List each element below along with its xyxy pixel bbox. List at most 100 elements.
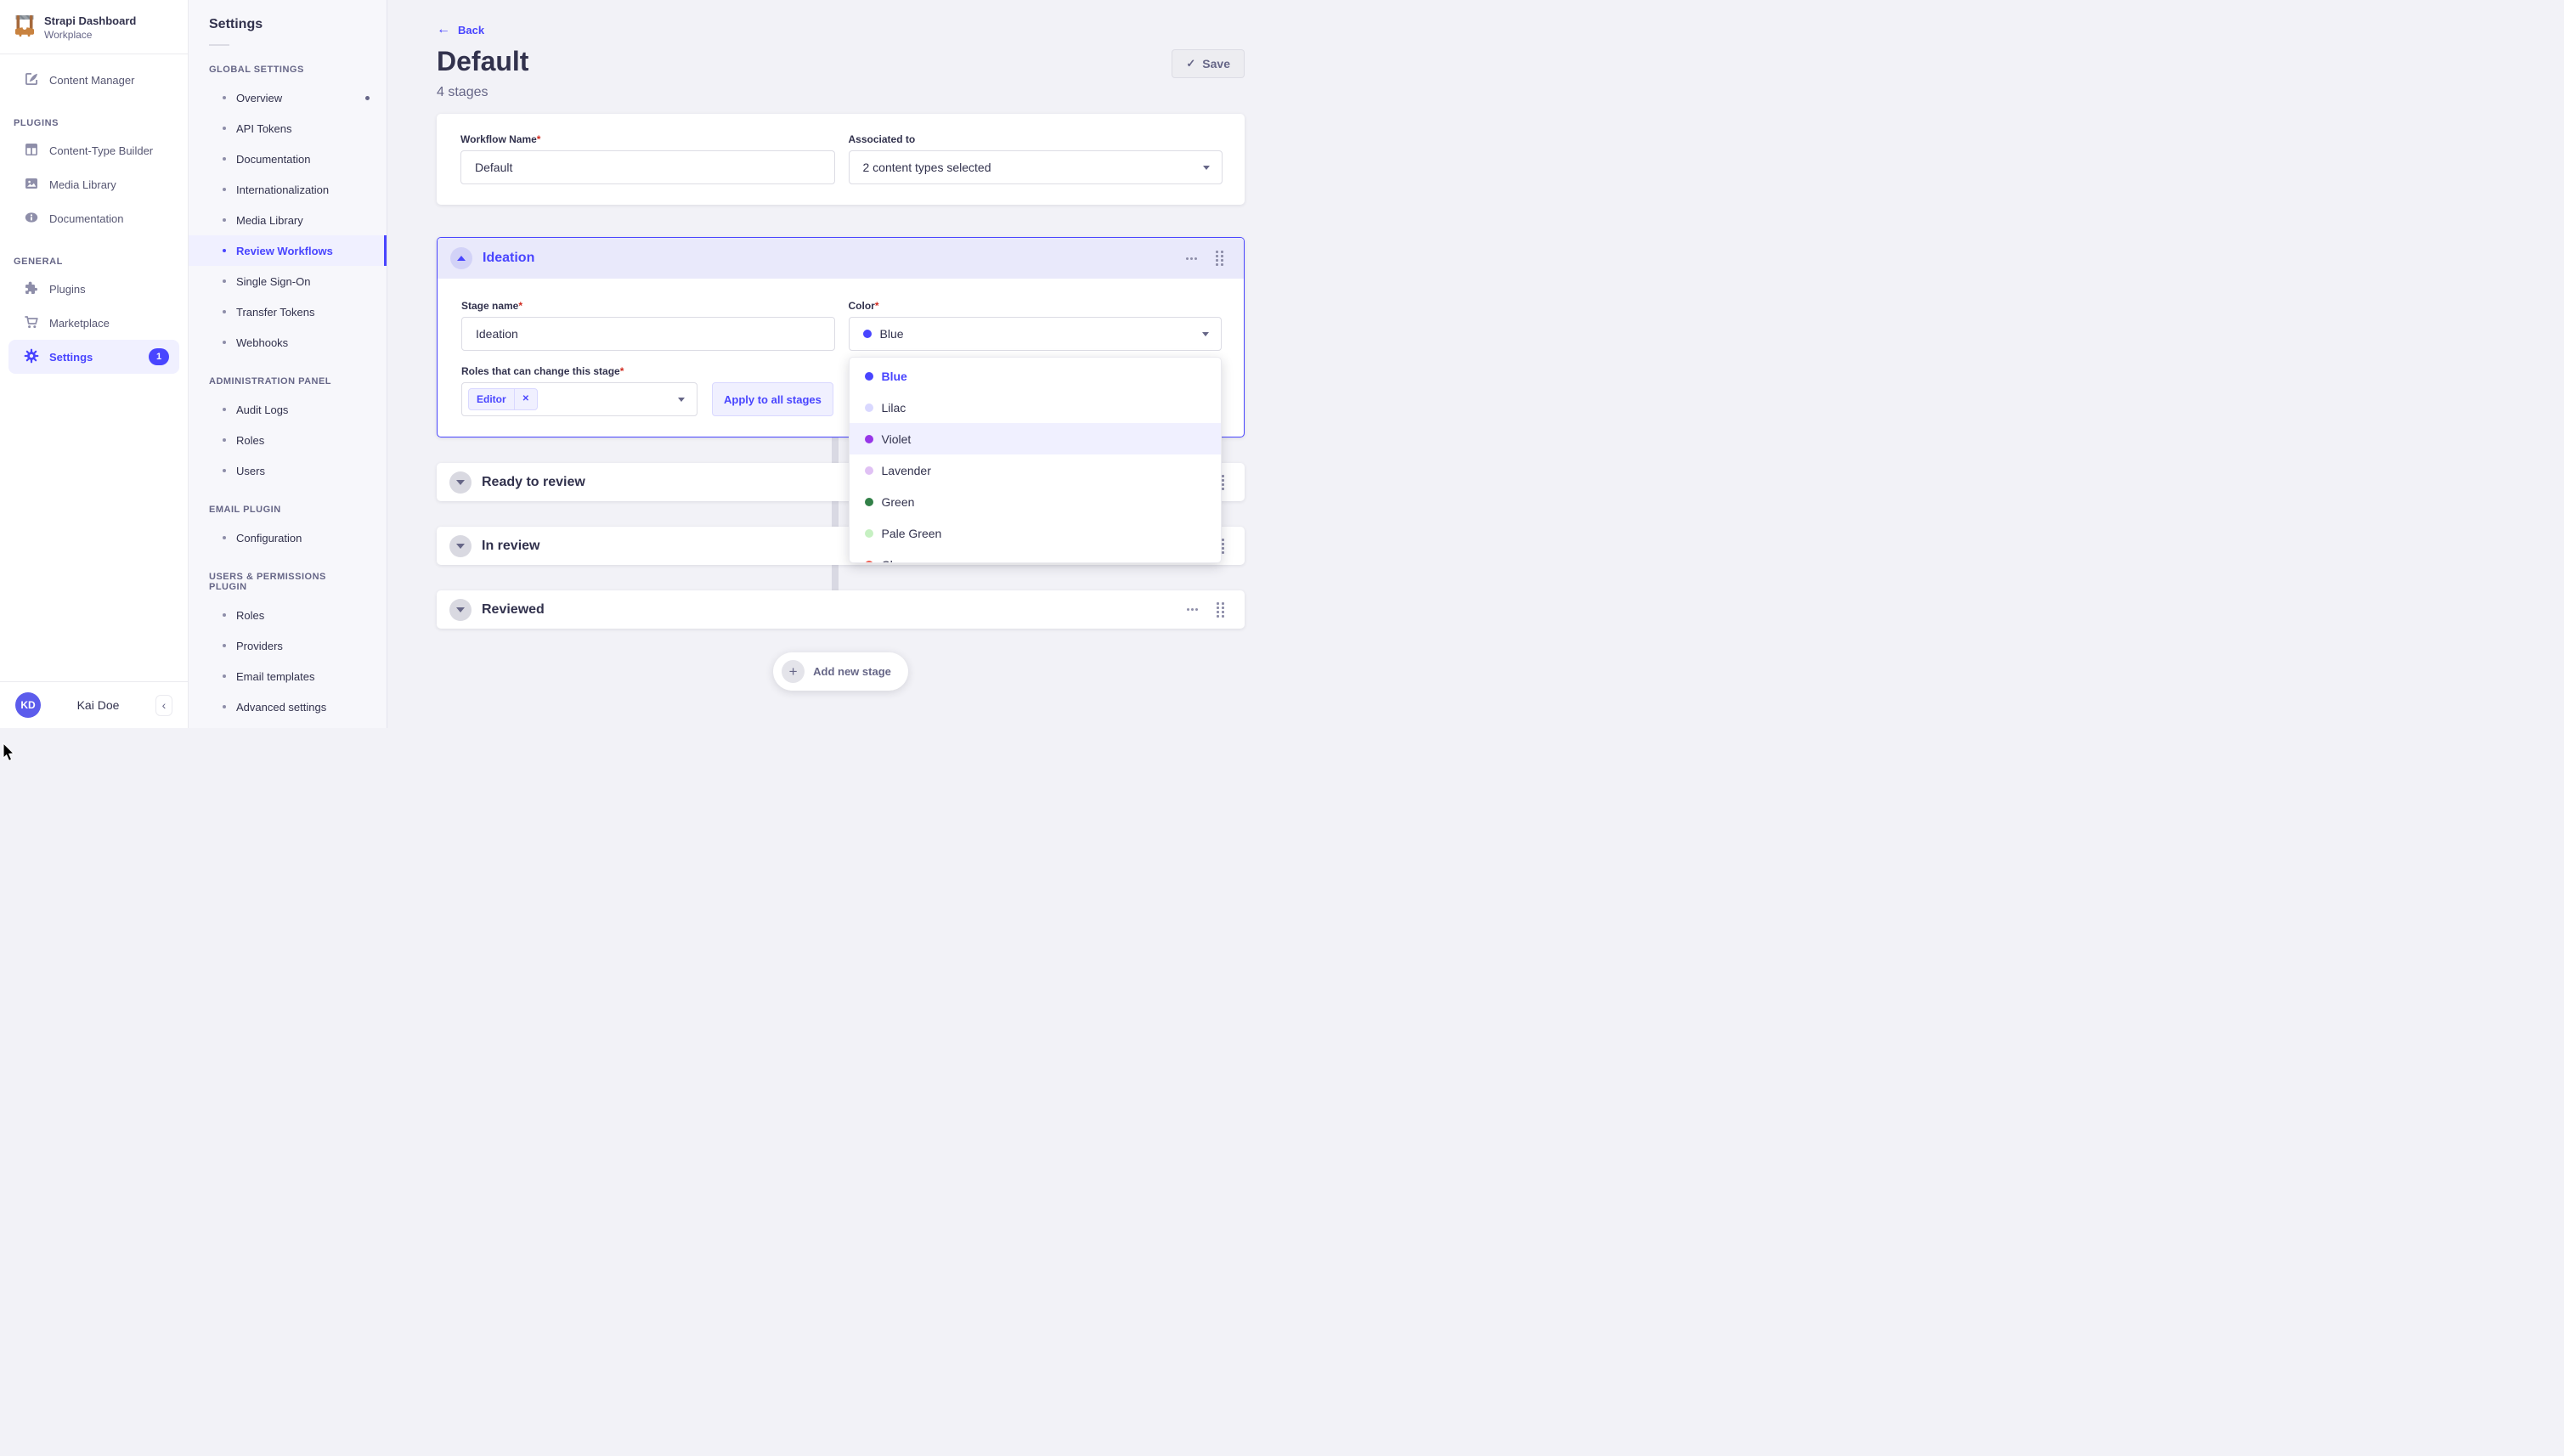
stage-title: Reviewed (482, 602, 545, 618)
subnav-item-label: Audit Logs (236, 404, 288, 416)
info-icon (23, 209, 40, 229)
color-swatch (865, 372, 873, 381)
sidebar-item-marketplace[interactable]: Marketplace (0, 306, 188, 340)
roles-multiselect[interactable]: Editor ✕ (461, 382, 697, 416)
bullet-icon (223, 408, 226, 411)
required-asterisk: * (518, 300, 522, 312)
sidebar-section-general: GENERAL (0, 257, 188, 267)
stages-list: Ideation Stage name* Ideation (437, 237, 1245, 691)
subnav-item-email-configuration[interactable]: Configuration (189, 522, 387, 553)
back-link[interactable]: ← Back (437, 23, 484, 37)
workspace-switcher[interactable]: Strapi Dashboard Workplace (0, 0, 188, 54)
stage-options-menu-icon[interactable] (1186, 257, 1197, 260)
chevron-down-icon (456, 607, 465, 612)
stage-options-menu-icon[interactable] (1187, 608, 1198, 611)
expand-stage-button[interactable] (449, 471, 472, 494)
stage-title: Ideation (483, 251, 534, 266)
subnav-divider (209, 44, 229, 46)
subnav-section-users-permissions-plugin: USERS & PERMISSIONS PLUGIN (189, 572, 387, 592)
subnav-item-media-library[interactable]: Media Library (189, 205, 387, 235)
remove-tag-icon[interactable]: ✕ (514, 389, 537, 409)
collapse-stage-button[interactable] (450, 247, 472, 269)
sidebar-item-content-type-builder[interactable]: Content-Type Builder (0, 133, 188, 167)
sidebar-item-documentation[interactable]: Documentation (0, 201, 188, 235)
color-option-violet[interactable]: Violet (850, 423, 1222, 454)
drag-handle-icon[interactable] (1217, 602, 1224, 618)
subnav-item-email-templates[interactable]: Email templates (189, 661, 387, 691)
associated-to-select[interactable]: 2 content types selected (849, 150, 1223, 184)
sidebar-collapse-button[interactable]: ‹ (155, 695, 172, 716)
subnav-item-advanced-settings[interactable]: Advanced settings (189, 691, 387, 722)
apply-to-all-stages-button[interactable]: Apply to all stages (712, 382, 833, 416)
subnav-item-label: Providers (236, 640, 283, 652)
add-new-stage-button[interactable]: + Add new stage (773, 652, 908, 691)
subnav-item-audit-logs[interactable]: Audit Logs (189, 394, 387, 425)
subnav-item-up-roles[interactable]: Roles (189, 600, 387, 630)
bullet-icon (223, 469, 226, 472)
subnav-item-label: API Tokens (236, 122, 292, 135)
subnav-item-review-workflows[interactable]: Review Workflows (189, 235, 387, 266)
subnav-item-admin-users[interactable]: Users (189, 455, 387, 486)
sidebar-item-media-library[interactable]: Media Library (0, 167, 188, 201)
back-label: Back (458, 24, 484, 37)
chevron-down-icon (1202, 332, 1209, 336)
bullet-icon (223, 310, 226, 313)
stage-title: In review (482, 539, 539, 554)
cart-icon (23, 313, 40, 333)
bullet-icon (223, 157, 226, 161)
stage-row-reviewed[interactable]: Reviewed (437, 590, 1245, 629)
check-icon: ✓ (1186, 57, 1195, 71)
workflow-name-label: Workflow Name* (460, 133, 835, 146)
stage-accordion-header[interactable]: Ideation (438, 238, 1244, 279)
sidebar-item-label: Content Manager (49, 74, 134, 87)
subnav-item-overview[interactable]: Overview (189, 82, 387, 113)
subnav-item-providers[interactable]: Providers (189, 630, 387, 661)
stage-accordion-ideation: Ideation Stage name* Ideation (437, 237, 1245, 437)
stage-name-input[interactable]: Ideation (461, 317, 835, 351)
color-option-blue[interactable]: Blue (850, 360, 1222, 392)
color-select[interactable]: Blue (849, 317, 1223, 351)
expand-stage-button[interactable] (449, 599, 472, 621)
sidebar-item-label: Settings (49, 351, 93, 364)
app-window: Strapi Dashboard Workplace Content Manag… (0, 0, 1282, 728)
subnav-item-admin-roles[interactable]: Roles (189, 425, 387, 455)
drag-handle-icon[interactable] (1216, 251, 1223, 266)
color-option-lilac[interactable]: Lilac (850, 392, 1222, 423)
subnav-item-documentation[interactable]: Documentation (189, 144, 387, 174)
subnav-section-email-plugin: EMAIL PLUGIN (189, 505, 387, 515)
sidebar-item-settings[interactable]: Settings 1 (8, 340, 179, 374)
sidebar-item-label: Media Library (49, 178, 116, 191)
workspace-name: Workplace (44, 29, 136, 41)
color-option-green[interactable]: Green (850, 486, 1222, 517)
workflow-name-field-group: Workflow Name* Default (460, 133, 835, 184)
avatar[interactable]: KD (15, 692, 41, 718)
save-button[interactable]: ✓ Save (1172, 49, 1245, 78)
color-option-pale-green[interactable]: Pale Green (850, 517, 1222, 549)
subnav-item-internationalization[interactable]: Internationalization (189, 174, 387, 205)
chevron-down-icon (456, 480, 465, 485)
main-content: ← Back Default ✓ Save 4 stages Workflow … (387, 0, 1282, 728)
chevron-down-icon (1203, 166, 1210, 170)
subnav-item-api-tokens[interactable]: API Tokens (189, 113, 387, 144)
workflow-name-input[interactable]: Default (460, 150, 835, 184)
subnav-item-single-sign-on[interactable]: Single Sign-On (189, 266, 387, 296)
subnav-title: Settings (189, 17, 387, 32)
color-swatch (865, 498, 873, 506)
expand-stage-button[interactable] (449, 535, 472, 557)
sidebar-nav: Content Manager PLUGINS Content-Type Bui… (0, 54, 188, 374)
bullet-icon (223, 279, 226, 283)
subnav-item-webhooks[interactable]: Webhooks (189, 327, 387, 358)
puzzle-icon (23, 279, 40, 299)
subnav-item-label: Webhooks (236, 336, 288, 349)
subnav-section-administration-panel: ADMINISTRATION PANEL (189, 376, 387, 387)
subnav-item-label: Advanced settings (236, 701, 326, 714)
subnav-item-transfer-tokens[interactable]: Transfer Tokens (189, 296, 387, 327)
subnav-item-label: Media Library (236, 214, 303, 227)
color-option-cherry[interactable]: Cherry (850, 549, 1222, 563)
sidebar-item-content-manager[interactable]: Content Manager (0, 63, 188, 97)
role-tag-editor: Editor ✕ (468, 388, 538, 410)
sidebar-item-plugins[interactable]: Plugins (0, 272, 188, 306)
bullet-icon (223, 705, 226, 708)
media-library-icon (23, 175, 40, 195)
color-option-lavender[interactable]: Lavender (850, 454, 1222, 486)
